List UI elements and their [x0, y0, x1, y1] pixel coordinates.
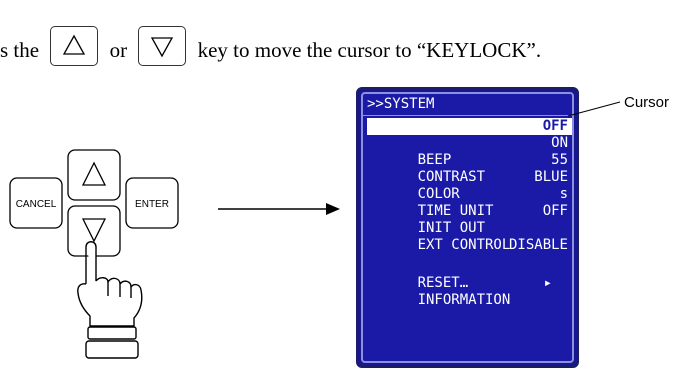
- menu-item-label: INFORMATION: [417, 292, 511, 308]
- menu-item-value: 55: [551, 152, 568, 168]
- menu-item-beep[interactable]: BEEP ON: [367, 135, 572, 168]
- arrow-right-icon: [218, 203, 340, 215]
- lcd-screen: >>SYSTEM KEYLOCK OFF BEEP ON CONTRAST 55…: [361, 92, 574, 363]
- enter-label: ENTER: [135, 199, 169, 210]
- menu-item-value: OFF: [542, 118, 568, 134]
- menu-item-value: DISABLE: [508, 237, 568, 253]
- enter-key[interactable]: ENTER: [125, 177, 179, 229]
- menu-item-reset[interactable]: RESET…: [367, 258, 572, 291]
- menu-item-information[interactable]: INFORMATION ▸: [367, 275, 572, 308]
- lcd-title: >>SYSTEM: [367, 96, 435, 112]
- menu-item-init-out[interactable]: INIT OUT OFF: [367, 203, 572, 236]
- lcd-title-divider: [363, 115, 572, 116]
- menu-item-ext-control-value[interactable]: DISABLE: [367, 237, 572, 254]
- submenu-arrow-icon: ▸: [543, 275, 552, 291]
- menu-item-ext-control[interactable]: EXT CONTROL: [367, 220, 572, 253]
- menu-item-contrast[interactable]: CONTRAST 55: [367, 152, 572, 185]
- cancel-label: CANCEL: [16, 199, 57, 210]
- up-key[interactable]: [67, 149, 121, 201]
- keypad-illustration: CANCEL ENTER: [9, 149, 340, 359]
- cancel-key[interactable]: CANCEL: [9, 177, 63, 229]
- menu-item-time-unit[interactable]: TIME UNIT s: [367, 186, 572, 219]
- menu-item-value: OFF: [542, 203, 568, 219]
- pointing-hand-icon: [77, 241, 143, 359]
- menu-item-value: s: [559, 186, 568, 202]
- menu-item-color[interactable]: COLOR BLUE: [367, 169, 572, 202]
- menu-item-keylock[interactable]: KEYLOCK OFF: [367, 118, 572, 151]
- menu-item-value: ON: [551, 135, 568, 151]
- cursor-label: Cursor: [624, 94, 670, 111]
- menu-item-value: BLUE: [534, 169, 568, 185]
- lcd-display: >>SYSTEM KEYLOCK OFF BEEP ON CONTRAST 55…: [356, 87, 579, 368]
